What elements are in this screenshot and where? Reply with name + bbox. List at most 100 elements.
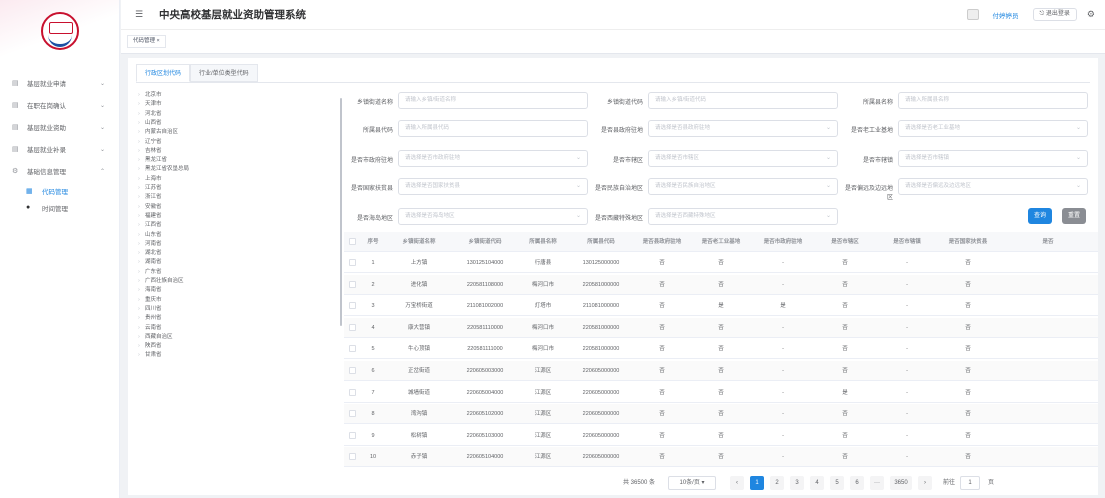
next-page-button[interactable]: › bbox=[918, 476, 932, 490]
row-checkbox[interactable] bbox=[344, 404, 360, 424]
row-checkbox[interactable] bbox=[344, 318, 360, 338]
filter-select[interactable]: 请选择是否民族自治地区 ⌄ bbox=[648, 178, 838, 195]
filter-placeholder: 请输入乡镇/街道名称 bbox=[405, 97, 457, 103]
sidebar-item[interactable]: ▤ 在职在岗确认 ⌄ bbox=[0, 94, 119, 116]
tree-node[interactable]: › 内蒙古自治区 bbox=[138, 127, 178, 135]
tree-node[interactable]: › 湖北省 bbox=[138, 248, 162, 256]
tag-code-management[interactable]: 代码管理 × bbox=[127, 35, 166, 48]
university-logo bbox=[40, 12, 79, 50]
page-button[interactable]: 2 bbox=[770, 476, 784, 490]
logout-button[interactable]: ⎋ 退出登录 bbox=[1032, 8, 1077, 21]
tree-node[interactable]: › 江西省 bbox=[138, 220, 162, 228]
page-button[interactable]: 1 bbox=[750, 476, 764, 490]
page-button[interactable]: 3650 bbox=[890, 476, 912, 490]
filter-select[interactable]: 请选择是否偏远及边远地区 ⌄ bbox=[898, 178, 1088, 195]
filter-input[interactable]: 请输入乡镇/街道名称 bbox=[398, 92, 588, 109]
prev-page-button[interactable]: ‹ bbox=[730, 476, 744, 490]
sidebar-item[interactable]: ▤ 基层就业资助 ⌄ bbox=[0, 116, 119, 138]
goto-input[interactable]: 1 bbox=[960, 476, 980, 490]
table-row[interactable]: 6 正岔街道 220605003000 江源区 220605000000 否 否 - 否 - 否 bbox=[344, 361, 1098, 381]
filter-select[interactable]: 请选择是否市政府驻地 ⌄ bbox=[398, 150, 588, 167]
tree-node[interactable]: › 广东省 bbox=[138, 267, 162, 275]
tree-node[interactable]: › 北京市 bbox=[138, 90, 162, 98]
tree-node[interactable]: › 湖南省 bbox=[138, 257, 162, 265]
tree-node[interactable]: › 黑龙江省 bbox=[138, 155, 167, 163]
tree-node[interactable]: › 海南省 bbox=[138, 285, 162, 293]
filter-input[interactable]: 请输入所属县代码 bbox=[398, 120, 588, 137]
row-checkbox[interactable] bbox=[344, 383, 360, 403]
reset-button[interactable]: 重置 bbox=[1062, 208, 1086, 224]
filter-select[interactable]: 请选择是否市辖镇 ⌄ bbox=[898, 150, 1088, 167]
tree-node[interactable]: › 天津市 bbox=[138, 99, 162, 107]
row-checkbox[interactable] bbox=[344, 296, 360, 316]
page-button[interactable]: 6 bbox=[850, 476, 864, 490]
sidebar-subitem[interactable]: ● 时间管理 bbox=[0, 199, 119, 216]
row-checkbox[interactable] bbox=[344, 426, 360, 446]
tree-node[interactable]: › 广西壮族自治区 bbox=[138, 276, 184, 284]
row-checkbox[interactable] bbox=[344, 447, 360, 467]
filter-select[interactable]: 请选择是否国家扶贫县 ⌄ bbox=[398, 178, 588, 195]
filter-select[interactable]: 请选择是否市辖区 ⌄ bbox=[648, 150, 838, 167]
page-button[interactable]: 5 bbox=[830, 476, 844, 490]
row-checkbox[interactable] bbox=[344, 339, 360, 359]
tab-industry-code[interactable]: 行业/单位类型代码 bbox=[190, 64, 258, 82]
tree-node[interactable]: › 浙江省 bbox=[138, 192, 162, 200]
filter-select[interactable]: 请选择是否西藏特殊地区 ⌄ bbox=[648, 208, 838, 225]
user-name[interactable]: 付婷婷员 bbox=[993, 10, 1019, 20]
row-checkbox[interactable] bbox=[344, 361, 360, 381]
tab-region-code[interactable]: 行政区划代码 bbox=[136, 64, 191, 82]
tree-node[interactable]: › 山西省 bbox=[138, 118, 162, 126]
table-row[interactable]: 8 湾沟镇 220605102000 江源区 220605000000 否 否 - 否 - 否 bbox=[344, 404, 1098, 425]
chevron-down-icon: ⌄ bbox=[99, 80, 105, 87]
sidebar-item[interactable]: ⚙ 基础信息管理 ⌃ bbox=[0, 160, 119, 182]
filter-input[interactable]: 请输入所属县名称 bbox=[898, 92, 1088, 109]
table-row[interactable]: 1 上方镇 130125104000 行唐县 130125000000 否 否 - 否 - 否 bbox=[344, 253, 1098, 273]
tree-scrollbar[interactable] bbox=[340, 98, 342, 326]
sidebar-item[interactable]: ▤ 基层就业补录 ⌄ bbox=[0, 138, 119, 160]
sidebar-item[interactable]: ▤ 基层就业申请 ⌄ bbox=[0, 72, 119, 94]
filter-select[interactable]: 请选择是否海岛地区 ⌄ bbox=[398, 208, 588, 225]
filter-select[interactable]: 请选择是否县政府驻地 ⌄ bbox=[648, 120, 838, 137]
tree-node[interactable]: › 贵州省 bbox=[138, 313, 162, 321]
tree-node[interactable]: › 山东省 bbox=[138, 230, 162, 238]
table-row[interactable]: 4 康大营镇 220581110000 梅河口市 220581000000 否 否 - 否 - 否 bbox=[344, 317, 1098, 338]
table-row[interactable]: 5 牛心顶镇 220581111000 梅河口市 220581000000 否 否 - 否 - 否 bbox=[344, 339, 1098, 360]
row-checkbox[interactable] bbox=[344, 253, 360, 273]
tree-node[interactable]: › 河北省 bbox=[138, 109, 162, 117]
query-button[interactable]: 查询 bbox=[1028, 208, 1052, 224]
avatar[interactable] bbox=[966, 9, 979, 20]
hamburger-icon[interactable]: ☰ bbox=[135, 9, 149, 20]
row-checkbox[interactable] bbox=[344, 275, 360, 295]
tree-node[interactable]: › 吉林省 bbox=[138, 146, 162, 154]
page-button[interactable]: 4 bbox=[810, 476, 824, 490]
table-cell: 211081002000 bbox=[466, 303, 504, 310]
chevron-down-icon: ⌄ bbox=[825, 183, 831, 189]
tree-node[interactable]: › 西藏自治区 bbox=[138, 332, 173, 340]
page-button[interactable]: ··· bbox=[870, 476, 884, 490]
tree-node[interactable]: › 黑龙江省农垦总局 bbox=[138, 164, 189, 172]
tree-node[interactable]: › 四川省 bbox=[138, 304, 162, 312]
tree-node[interactable]: › 云南省 bbox=[138, 323, 162, 331]
filter-input[interactable]: 请输入乡镇/街道代码 bbox=[648, 92, 838, 109]
table-row[interactable]: 3 万宝桥街道 211081002000 灯塔市 211081000000 否 是 是 否 - 否 bbox=[344, 296, 1098, 317]
filter-select[interactable]: 请选择是否老工业基地 ⌄ bbox=[898, 120, 1088, 137]
tree-node[interactable]: › 陕西省 bbox=[138, 341, 162, 349]
table-row[interactable]: 9 松树镇 220605103000 江源区 220605000000 否 否 - 否 - 否 bbox=[344, 426, 1098, 446]
select-all-checkbox[interactable] bbox=[344, 232, 360, 252]
table-row[interactable]: 7 城墙街道 220605004000 江源区 220605000000 否 否 - 是 - 否 bbox=[344, 383, 1098, 403]
tree-node[interactable]: › 福建省 bbox=[138, 211, 162, 219]
tree-node[interactable]: › 辽宁省 bbox=[138, 137, 162, 145]
tree-node[interactable]: › 重庆市 bbox=[138, 295, 162, 303]
tree-node[interactable]: › 上海市 bbox=[138, 174, 162, 182]
sidebar-subitem[interactable]: ▦ 代码管理 bbox=[0, 182, 119, 199]
tree-node[interactable]: › 江苏省 bbox=[138, 183, 162, 191]
gear-icon[interactable]: ⚙ bbox=[1087, 9, 1095, 20]
tree-node-label: 天津市 bbox=[145, 101, 162, 108]
page-size-select[interactable]: 10条/页 ▾ bbox=[668, 476, 716, 490]
tree-node[interactable]: › 甘肃省 bbox=[138, 350, 162, 358]
page-button[interactable]: 3 bbox=[790, 476, 804, 490]
tree-node[interactable]: › 安徽省 bbox=[138, 202, 162, 210]
tree-node[interactable]: › 河南省 bbox=[138, 239, 162, 247]
table-row[interactable]: 10 赤子镇 220605104000 江源区 220605000000 否 否 - 否 - 否 bbox=[344, 447, 1098, 468]
table-row[interactable]: 2 进化镇 220581108000 梅河口市 220581000000 否 否 - 否 - 否 bbox=[344, 274, 1098, 295]
